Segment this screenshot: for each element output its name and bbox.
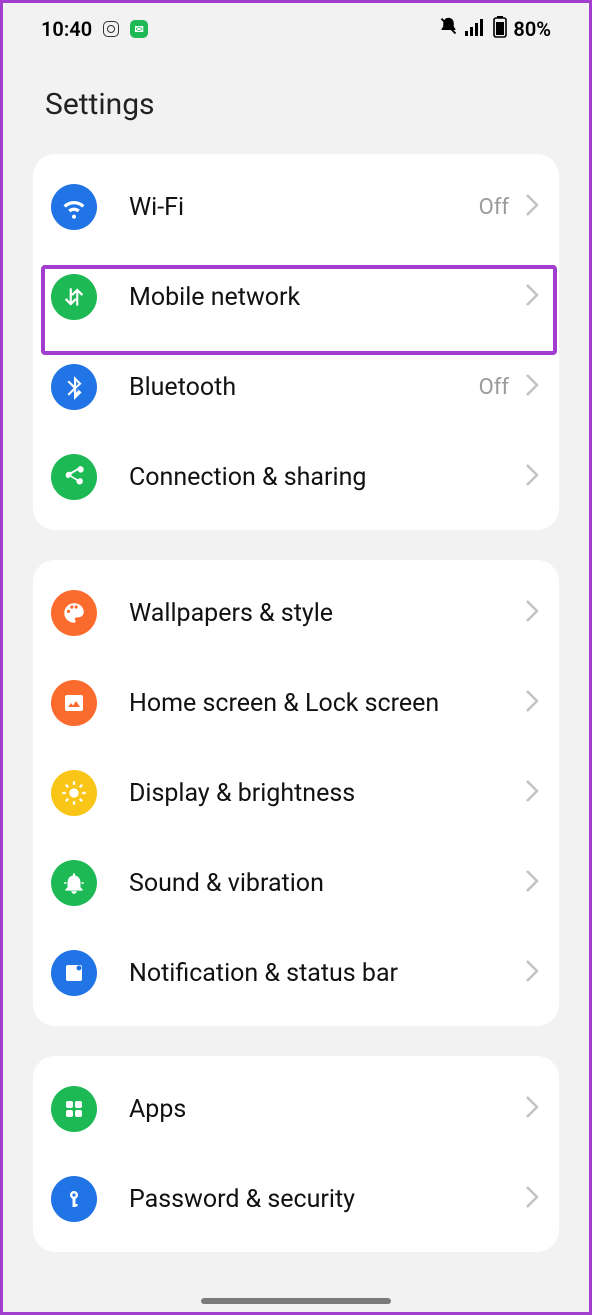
battery-icon bbox=[493, 16, 507, 43]
row-label: Notification & status bar bbox=[129, 959, 525, 988]
status-left: 10:40 ✉ bbox=[41, 17, 148, 41]
row-label: Display & brightness bbox=[129, 779, 525, 808]
row-value: Off bbox=[479, 195, 509, 220]
bell-icon bbox=[51, 860, 97, 906]
instagram-icon bbox=[102, 20, 120, 38]
chevron-right-icon bbox=[525, 373, 539, 401]
row-label: Mobile network bbox=[129, 283, 525, 312]
status-bar: 10:40 ✉ 80% bbox=[3, 3, 589, 51]
mobile-data-icon bbox=[51, 274, 97, 320]
chevron-right-icon bbox=[525, 599, 539, 627]
settings-row-display[interactable]: Display & brightness bbox=[33, 748, 559, 838]
settings-row-notification[interactable]: Notification & status bar bbox=[33, 928, 559, 1018]
page-title: Settings bbox=[3, 51, 589, 154]
settings-section: Wallpapers & style Home screen & Lock scr… bbox=[33, 560, 559, 1026]
key-icon bbox=[51, 1176, 97, 1222]
signal-icon bbox=[465, 17, 487, 41]
settings-section: Apps Password & security bbox=[33, 1056, 559, 1252]
settings-row-apps[interactable]: Apps bbox=[33, 1064, 559, 1154]
settings-section: Wi-FiOffMobile networkBluetoothOffConnec… bbox=[33, 154, 559, 530]
settings-row-connection-sharing[interactable]: Connection & sharing bbox=[33, 432, 559, 522]
settings-row-bluetooth[interactable]: BluetoothOff bbox=[33, 342, 559, 432]
row-label: Wallpapers & style bbox=[129, 599, 525, 628]
message-icon: ✉ bbox=[130, 20, 148, 38]
share-icon bbox=[51, 454, 97, 500]
row-label: Password & security bbox=[129, 1185, 525, 1214]
chevron-right-icon bbox=[525, 283, 539, 311]
chevron-right-icon bbox=[525, 779, 539, 807]
settings-row-sound[interactable]: Sound & vibration bbox=[33, 838, 559, 928]
row-label: Home screen & Lock screen bbox=[129, 689, 525, 718]
settings-row-password[interactable]: Password & security bbox=[33, 1154, 559, 1244]
mute-icon bbox=[438, 16, 459, 42]
settings-row-wallpapers[interactable]: Wallpapers & style bbox=[33, 568, 559, 658]
picture-icon bbox=[51, 680, 97, 726]
status-right: 80% bbox=[438, 16, 551, 43]
battery-percent: 80% bbox=[513, 17, 551, 41]
bluetooth-icon bbox=[51, 364, 97, 410]
settings-row-mobile-network[interactable]: Mobile network bbox=[33, 252, 559, 342]
row-label: Connection & sharing bbox=[129, 463, 525, 492]
chevron-right-icon bbox=[525, 193, 539, 221]
chevron-right-icon bbox=[525, 959, 539, 987]
chevron-right-icon bbox=[525, 1185, 539, 1213]
row-label: Apps bbox=[129, 1095, 525, 1124]
grid-icon bbox=[51, 1086, 97, 1132]
row-value: Off bbox=[479, 375, 509, 400]
chevron-right-icon bbox=[525, 463, 539, 491]
chevron-right-icon bbox=[525, 1095, 539, 1123]
row-label: Wi-Fi bbox=[129, 193, 479, 222]
settings-row-home-lock[interactable]: Home screen & Lock screen bbox=[33, 658, 559, 748]
notif-icon bbox=[51, 950, 97, 996]
home-indicator[interactable] bbox=[201, 1298, 391, 1304]
row-label: Bluetooth bbox=[129, 373, 479, 402]
wifi-icon bbox=[51, 184, 97, 230]
chevron-right-icon bbox=[525, 869, 539, 897]
palette-icon bbox=[51, 590, 97, 636]
row-label: Sound & vibration bbox=[129, 869, 525, 898]
sun-icon bbox=[51, 770, 97, 816]
settings-row-wifi[interactable]: Wi-FiOff bbox=[33, 162, 559, 252]
chevron-right-icon bbox=[525, 689, 539, 717]
status-time: 10:40 bbox=[41, 17, 92, 41]
